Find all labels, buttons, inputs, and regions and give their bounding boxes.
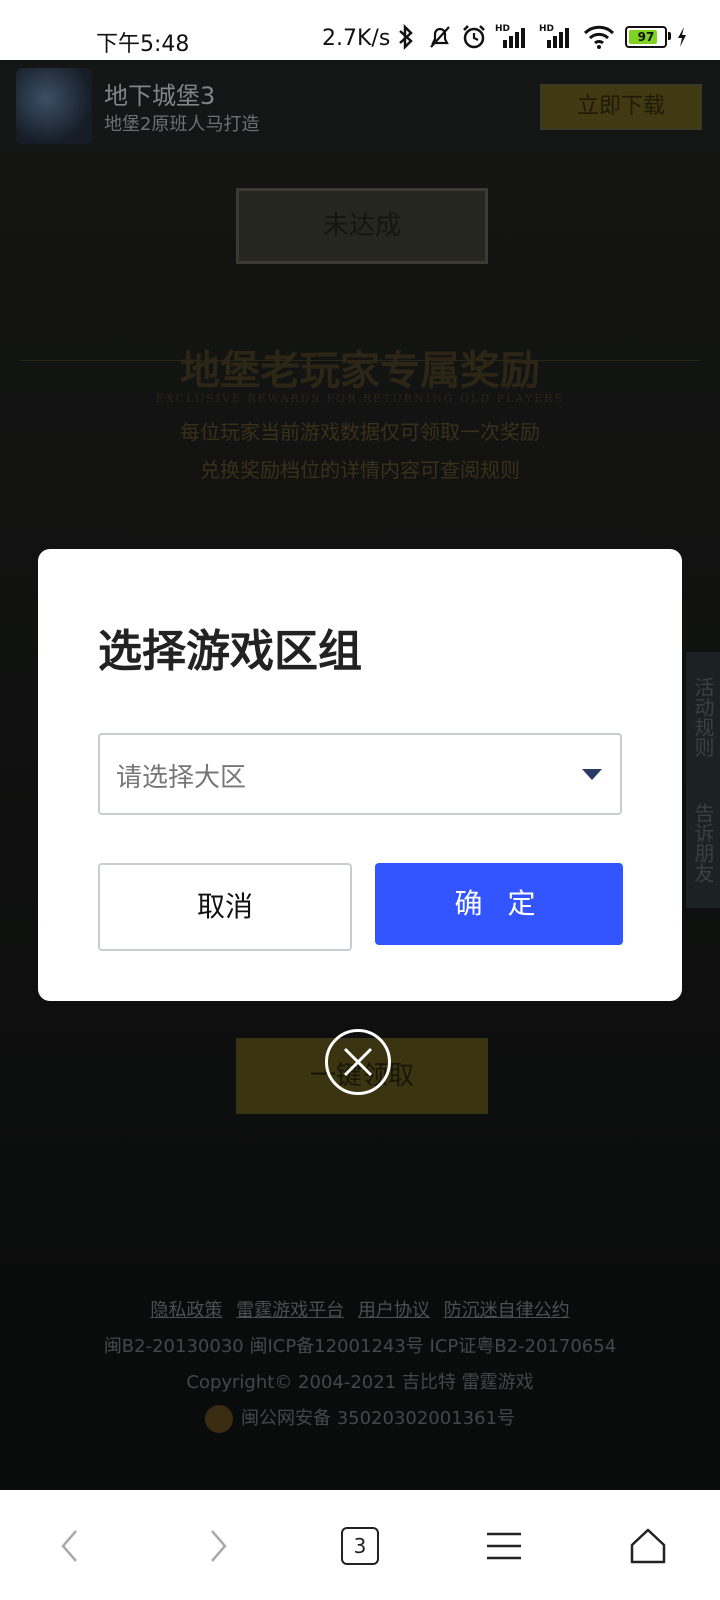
status-icons: HD HD 97 (393, 22, 689, 52)
footer-links: 隐私政策 雷霆游戏平台 用户协议 防沉迷自律公约 (0, 1296, 720, 1322)
home-icon[interactable] (618, 1518, 678, 1574)
reward-title-en: EXCLUSIVE REWARDS FOR RETURNING OLD PLAY… (155, 392, 565, 405)
back-icon[interactable] (40, 1518, 100, 1574)
charging-icon (675, 24, 689, 50)
region-select[interactable]: 请选择大区 (98, 733, 622, 815)
menu-icon[interactable] (474, 1518, 534, 1574)
dropdown-caret-icon (582, 769, 602, 780)
reward-desc-1: 每位玩家当前游戏数据仅可领取一次奖励 (180, 420, 540, 444)
signal-hd-icon: HD (539, 24, 575, 50)
status-unreached-button[interactable]: 未达成 (236, 188, 488, 264)
browser-nav-bar: 3 (0, 1490, 720, 1600)
game-title: 地下城堡3 (104, 82, 216, 110)
network-speed: 2.7K/s (322, 26, 391, 51)
footer-license: 闽B2-20130030 闽ICP备12001243号 ICP证粤B2-2017… (103, 1336, 617, 1357)
side-tab-share[interactable]: 告诉朋友 (686, 778, 720, 908)
footer-link-anti-addiction[interactable]: 防沉迷自律公约 (444, 1300, 570, 1321)
footer-link-platform[interactable]: 雷霆游戏平台 (236, 1300, 344, 1321)
battery-icon: 97 (625, 26, 671, 48)
footer-copyright: Copyright© 2004-2021 吉比特 雷霆游戏 (186, 1372, 534, 1393)
signal-hd-icon: HD (495, 24, 531, 50)
wifi-icon (583, 24, 615, 50)
download-button[interactable]: 立即下载 (540, 84, 702, 130)
tab-count: 3 (341, 1527, 379, 1565)
battery-level: 97 (637, 30, 655, 44)
status-time: 下午5:48 (96, 32, 190, 57)
confirm-button[interactable]: 确 定 (375, 863, 623, 945)
page-footer: 隐私政策 雷霆游戏平台 用户协议 防沉迷自律公约 闽B2-20130030 闽I… (0, 1262, 720, 1490)
dialog-title: 选择游戏区组 (98, 626, 362, 677)
bluetooth-icon (393, 24, 419, 50)
select-server-dialog: 选择游戏区组 请选择大区 取消 确 定 (38, 549, 682, 1001)
police-badge-icon (204, 1405, 233, 1433)
footer-police-record: 闽公网安备 35020302001361号 (240, 1408, 516, 1429)
footer-link-agreement[interactable]: 用户协议 (358, 1300, 430, 1321)
mute-icon (427, 24, 453, 50)
reward-desc-2: 兑换奖励档位的详情内容可查阅规则 (200, 458, 520, 482)
alarm-icon (461, 24, 487, 50)
game-logo (16, 68, 92, 144)
forward-icon[interactable] (188, 1518, 248, 1574)
region-select-placeholder: 请选择大区 (116, 763, 247, 793)
app-banner: 地下城堡3 地堡2原班人马打造 立即下载 (0, 60, 720, 152)
footer-police-line: 闽公网安备 35020302001361号 (0, 1404, 720, 1433)
side-tab-rules[interactable]: 活动规则 (686, 652, 720, 782)
footer-link-privacy[interactable]: 隐私政策 (150, 1300, 222, 1321)
cancel-button[interactable]: 取消 (98, 863, 352, 951)
status-bar: 下午5:48 2.7K/s HD HD 97 (0, 0, 720, 60)
close-dialog-icon[interactable] (325, 1029, 391, 1095)
game-subtitle: 地堡2原班人马打造 (104, 114, 260, 135)
tabs-button[interactable]: 3 (330, 1518, 390, 1574)
reward-title: 地堡老玩家专属奖励 (180, 347, 540, 394)
